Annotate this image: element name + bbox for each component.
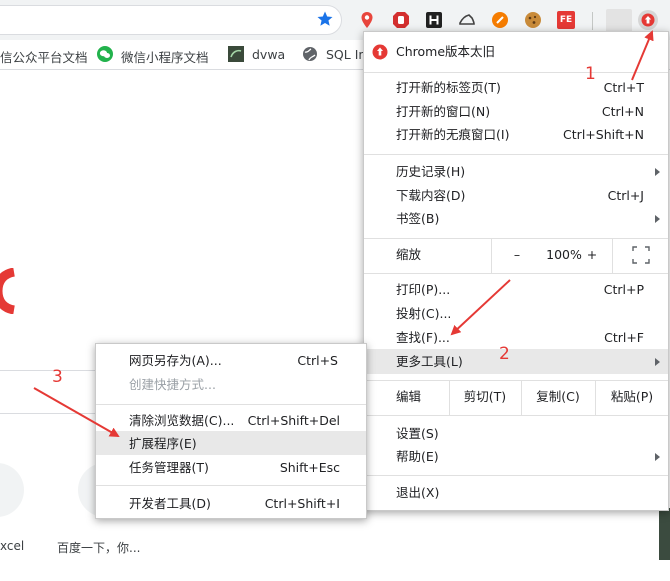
chrome-main-menu: Chrome版本太旧 打开新的标签页(T) Ctrl+T 打开新的窗口(N) C… xyxy=(363,31,669,511)
shortcut-label-excel: xcel xyxy=(0,539,25,553)
h-extension-icon[interactable] xyxy=(425,11,443,29)
menu-separator xyxy=(364,72,668,73)
menu-item-more-tools[interactable]: 更多工具(L) xyxy=(396,351,463,373)
hand-stop-extension-icon[interactable] xyxy=(392,11,410,29)
menu-item-history[interactable]: 历史记录(H) xyxy=(396,161,465,183)
shortcut-label-baidu: 百度一下，你... xyxy=(57,541,141,555)
profile-avatar[interactable] xyxy=(606,9,632,33)
menu-item-new-tab[interactable]: 打开新的标签页(T) xyxy=(396,77,501,99)
menu-item-update-chrome[interactable]: Chrome版本太旧 xyxy=(396,41,495,63)
submenu-item-extensions[interactable]: 扩展程序(E) xyxy=(129,433,197,455)
chrome-update-menu-icon[interactable] xyxy=(637,9,659,31)
update-warning-icon xyxy=(372,44,388,60)
zoom-label: 缩放 xyxy=(396,247,422,262)
bookmark-item-sql[interactable]: SQL In xyxy=(326,47,366,62)
submenu-separator xyxy=(96,404,366,405)
dvwa-icon xyxy=(228,46,244,62)
fullscreen-icon[interactable] xyxy=(632,246,650,264)
cookie-extension-icon[interactable] xyxy=(524,11,542,29)
wechat-icon xyxy=(97,46,113,62)
partial-logo-mark xyxy=(0,268,16,314)
menu-item-help[interactable]: 帮助(E) xyxy=(396,446,439,468)
menu-separator xyxy=(364,415,668,416)
zoom-in-button[interactable]: + xyxy=(584,244,600,266)
menu-item-print[interactable]: 打印(P)... xyxy=(396,279,450,301)
edit-label: 编辑 xyxy=(396,389,422,404)
menu-separator xyxy=(364,238,668,239)
shortcut-task-manager: Shift+Esc xyxy=(279,460,340,475)
chevron-right-icon xyxy=(655,215,660,223)
menu-item-exit[interactable]: 退出(X) xyxy=(396,482,439,504)
paste-button[interactable]: 粘贴(P) xyxy=(596,386,668,408)
address-bar[interactable] xyxy=(0,5,342,35)
submenu-item-developer-tools[interactable]: 开发者工具(D) xyxy=(129,493,211,515)
submenu-item-create-shortcut[interactable]: 创建快捷方式... xyxy=(129,374,216,396)
copy-button[interactable]: 复制(C) xyxy=(522,386,594,408)
menu-item-downloads[interactable]: 下载内容(D) xyxy=(396,185,465,207)
submenu-item-clear-browsing-data[interactable]: 清除浏览数据(C)... xyxy=(129,410,234,432)
toolbar-divider xyxy=(592,12,593,30)
shortcut-clear-data: Ctrl+Shift+Del xyxy=(247,413,340,428)
shortcut-new-incognito: Ctrl+Shift+N xyxy=(563,127,644,142)
shortcut-find: Ctrl+F xyxy=(604,330,644,345)
annotation-number-1: 1 xyxy=(585,64,596,84)
shortcut-save-page: Ctrl+S xyxy=(297,353,338,368)
menu-item-new-window[interactable]: 打开新的窗口(N) xyxy=(396,101,490,123)
annotation-number-2: 2 xyxy=(499,344,510,364)
zoom-divider xyxy=(612,238,613,273)
fe-extension-icon[interactable]: FE xyxy=(557,11,575,29)
bookmark-item-dvwa[interactable]: dvwa xyxy=(252,47,285,62)
chevron-right-icon xyxy=(655,453,660,461)
location-pin-extension-icon[interactable] xyxy=(358,11,376,29)
submenu-item-task-manager[interactable]: 任务管理器(T) xyxy=(129,457,209,479)
menu-item-bookmarks[interactable]: 书签(B) xyxy=(396,208,439,230)
annotation-number-3: 3 xyxy=(52,367,63,387)
bookmark-item-wechat-platform[interactable]: 信公众平台文档 xyxy=(0,47,88,66)
zoom-out-button[interactable]: – xyxy=(509,244,525,266)
chevron-right-icon xyxy=(655,358,660,366)
menu-separator xyxy=(364,380,668,381)
shortcut-downloads: Ctrl+J xyxy=(607,188,644,203)
menu-separator xyxy=(364,273,668,274)
menu-item-new-incognito-window[interactable]: 打开新的无痕窗口(I) xyxy=(396,124,509,146)
cut-button[interactable]: 剪切(T) xyxy=(450,386,520,408)
submenu-item-save-page-as[interactable]: 网页另存为(A)... xyxy=(129,350,222,372)
more-tools-submenu: 网页另存为(A)... Ctrl+S 创建快捷方式... 清除浏览数据(C)..… xyxy=(95,343,367,519)
menu-item-cast[interactable]: 投射(C)... xyxy=(396,303,451,325)
shortcut-new-tab: Ctrl+T xyxy=(603,80,644,95)
shortcut-tile-excel[interactable] xyxy=(0,463,24,517)
shortcut-print: Ctrl+P xyxy=(603,282,644,297)
bookmark-item-wechat-miniprogram[interactable]: 微信小程序文档 xyxy=(121,47,209,66)
menu-item-settings[interactable]: 设置(S) xyxy=(396,423,439,445)
shortcut-new-window: Ctrl+N xyxy=(601,104,644,119)
chevron-right-icon xyxy=(655,168,660,176)
submenu-separator xyxy=(96,485,366,486)
menu-item-find[interactable]: 查找(F)... xyxy=(396,327,450,349)
menu-separator xyxy=(364,154,668,155)
zoom-divider xyxy=(491,238,492,273)
menu-separator xyxy=(364,475,668,476)
shortcut-dev-tools: Ctrl+Shift+I xyxy=(264,496,340,511)
bookmark-star-icon[interactable] xyxy=(316,10,334,28)
shoe-extension-icon[interactable] xyxy=(458,11,476,29)
orange-circle-extension-icon[interactable] xyxy=(491,11,509,29)
taskbar-edge xyxy=(659,508,670,560)
globe-icon xyxy=(303,47,317,61)
